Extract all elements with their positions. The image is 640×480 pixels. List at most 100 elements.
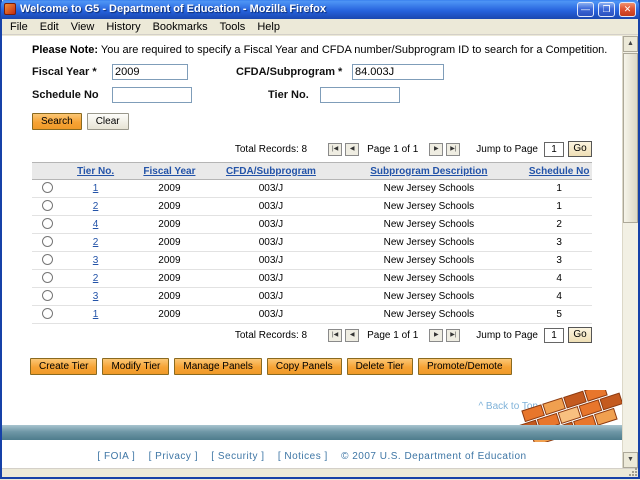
row-select-radio[interactable] <box>42 236 53 247</box>
first-page-icon[interactable]: |◀ <box>328 329 342 342</box>
jump-to-page-input[interactable] <box>544 328 564 343</box>
schedule-cell: 3 <box>526 252 592 270</box>
browser-window: Welcome to G5 - Department of Education … <box>0 0 640 479</box>
table-row: 2 2009 003/J New Jersey Schools 3 <box>32 234 592 252</box>
header-schedule-no[interactable]: Schedule No <box>529 166 590 177</box>
schedule-cell: 1 <box>526 198 592 216</box>
header-cfda-subprogram[interactable]: CFDA/Subprogram <box>226 166 316 177</box>
tier-no-label: Tier No. <box>268 89 320 101</box>
page-content: Please Note: You are required to specify… <box>2 36 622 468</box>
schedule-cell: 1 <box>526 180 592 198</box>
cfda-cell: 003/J <box>210 198 331 216</box>
last-page-icon[interactable]: ▶| <box>446 329 460 342</box>
create-tier-button[interactable]: Create Tier <box>30 358 97 375</box>
schedule-no-input[interactable] <box>112 87 192 103</box>
footer-link-notices[interactable]: [ Notices ] <box>278 451 328 462</box>
cfda-cell: 003/J <box>210 306 331 324</box>
row-select-radio[interactable] <box>42 254 53 265</box>
manage-panels-button[interactable]: Manage Panels <box>174 358 262 375</box>
next-page-icon[interactable]: ▶ <box>429 143 443 156</box>
table-row: 1 2009 003/J New Jersey Schools 5 <box>32 306 592 324</box>
jump-to-page-label: Jump to Page <box>476 330 538 341</box>
promote-demote-button[interactable]: Promote/Demote <box>418 358 512 375</box>
resize-grip[interactable] <box>629 468 637 476</box>
fiscal-year-cell: 2009 <box>128 198 210 216</box>
page-indicator: Page 1 of 1 <box>367 144 418 155</box>
minimize-icon[interactable]: — <box>577 2 594 17</box>
fiscal-year-label: Fiscal Year * <box>32 66 112 78</box>
footer-link-security[interactable]: [ Security ] <box>211 451 264 462</box>
fiscal-year-input[interactable] <box>112 64 188 80</box>
footer-link-privacy[interactable]: [ Privacy ] <box>149 451 198 462</box>
prev-page-icon[interactable]: ◀ <box>345 143 359 156</box>
fiscal-year-cell: 2009 <box>128 216 210 234</box>
cfda-cell: 003/J <box>210 180 331 198</box>
tier-no-input[interactable] <box>320 87 400 103</box>
tier-number-link[interactable]: 2 <box>93 237 99 248</box>
prev-page-icon[interactable]: ◀ <box>345 329 359 342</box>
action-button-row: Create Tier Modify Tier Manage Panels Co… <box>30 358 622 375</box>
schedule-cell: 2 <box>526 216 592 234</box>
scrollbar-thumb[interactable] <box>623 53 638 223</box>
row-select-radio[interactable] <box>42 218 53 229</box>
tier-number-link[interactable]: 3 <box>93 255 99 266</box>
copy-panels-button[interactable]: Copy Panels <box>267 358 342 375</box>
row-select-radio[interactable] <box>42 272 53 283</box>
table-row: 3 2009 003/J New Jersey Schools 4 <box>32 288 592 306</box>
fiscal-year-cell: 2009 <box>128 288 210 306</box>
jump-to-page-input[interactable] <box>544 142 564 157</box>
menu-history[interactable]: History <box>100 20 146 34</box>
pagination-top: Total Records: 8 |◀ ◀ Page 1 of 1 ▶ ▶| J… <box>2 140 622 158</box>
go-button[interactable]: Go <box>568 327 592 343</box>
search-button[interactable]: Search <box>32 113 82 130</box>
footer-copyright: © 2007 U.S. Department of Education <box>341 451 527 462</box>
header-tier-no[interactable]: Tier No. <box>77 166 114 177</box>
menu-file[interactable]: File <box>4 20 34 34</box>
tier-number-link[interactable]: 3 <box>93 291 99 302</box>
next-page-icon[interactable]: ▶ <box>429 329 443 342</box>
header-fiscal-year[interactable]: Fiscal Year <box>143 166 195 177</box>
first-page-icon[interactable]: |◀ <box>328 143 342 156</box>
tier-number-link[interactable]: 1 <box>93 309 99 320</box>
tier-number-link[interactable]: 2 <box>93 273 99 284</box>
table-row: 3 2009 003/J New Jersey Schools 3 <box>32 252 592 270</box>
menu-edit[interactable]: Edit <box>34 20 65 34</box>
maximize-icon[interactable]: ❐ <box>598 2 615 17</box>
scroll-up-icon[interactable]: ▲ <box>623 36 638 52</box>
schedule-cell: 3 <box>526 234 592 252</box>
tier-number-link[interactable]: 4 <box>93 219 99 230</box>
menu-tools[interactable]: Tools <box>214 20 252 34</box>
description-cell: New Jersey Schools <box>331 306 526 324</box>
table-row: 1 2009 003/J New Jersey Schools 1 <box>32 180 592 198</box>
cfda-cell: 003/J <box>210 252 331 270</box>
vertical-scrollbar[interactable]: ▲ ▼ <box>622 36 638 468</box>
header-subprogram-description[interactable]: Subprogram Description <box>370 166 487 177</box>
please-note-label: Please Note: <box>32 44 98 56</box>
close-icon[interactable]: ✕ <box>619 2 636 17</box>
clear-button[interactable]: Clear <box>87 113 129 130</box>
row-select-radio[interactable] <box>42 308 53 319</box>
fiscal-year-cell: 2009 <box>128 252 210 270</box>
modify-tier-button[interactable]: Modify Tier <box>102 358 169 375</box>
menu-help[interactable]: Help <box>251 20 286 34</box>
last-page-icon[interactable]: ▶| <box>446 143 460 156</box>
schedule-no-label: Schedule No <box>32 89 112 101</box>
scroll-down-icon[interactable]: ▼ <box>623 452 638 468</box>
cfda-cell: 003/J <box>210 216 331 234</box>
delete-tier-button[interactable]: Delete Tier <box>347 358 413 375</box>
row-select-radio[interactable] <box>42 290 53 301</box>
description-cell: New Jersey Schools <box>331 198 526 216</box>
row-select-radio[interactable] <box>42 200 53 211</box>
go-button[interactable]: Go <box>568 141 592 157</box>
fiscal-year-cell: 2009 <box>128 270 210 288</box>
menu-bar: File Edit View History Bookmarks Tools H… <box>2 19 638 35</box>
results-table: Tier No. Fiscal Year CFDA/Subprogram Sub… <box>32 162 592 324</box>
cfda-subprogram-label: CFDA/Subprogram * <box>236 66 352 78</box>
menu-view[interactable]: View <box>65 20 101 34</box>
row-select-radio[interactable] <box>42 182 53 193</box>
cfda-subprogram-input[interactable] <box>352 64 444 80</box>
footer-link-foia[interactable]: [ FOIA ] <box>97 451 135 462</box>
menu-bookmarks[interactable]: Bookmarks <box>147 20 214 34</box>
tier-number-link[interactable]: 1 <box>93 183 99 194</box>
tier-number-link[interactable]: 2 <box>93 201 99 212</box>
